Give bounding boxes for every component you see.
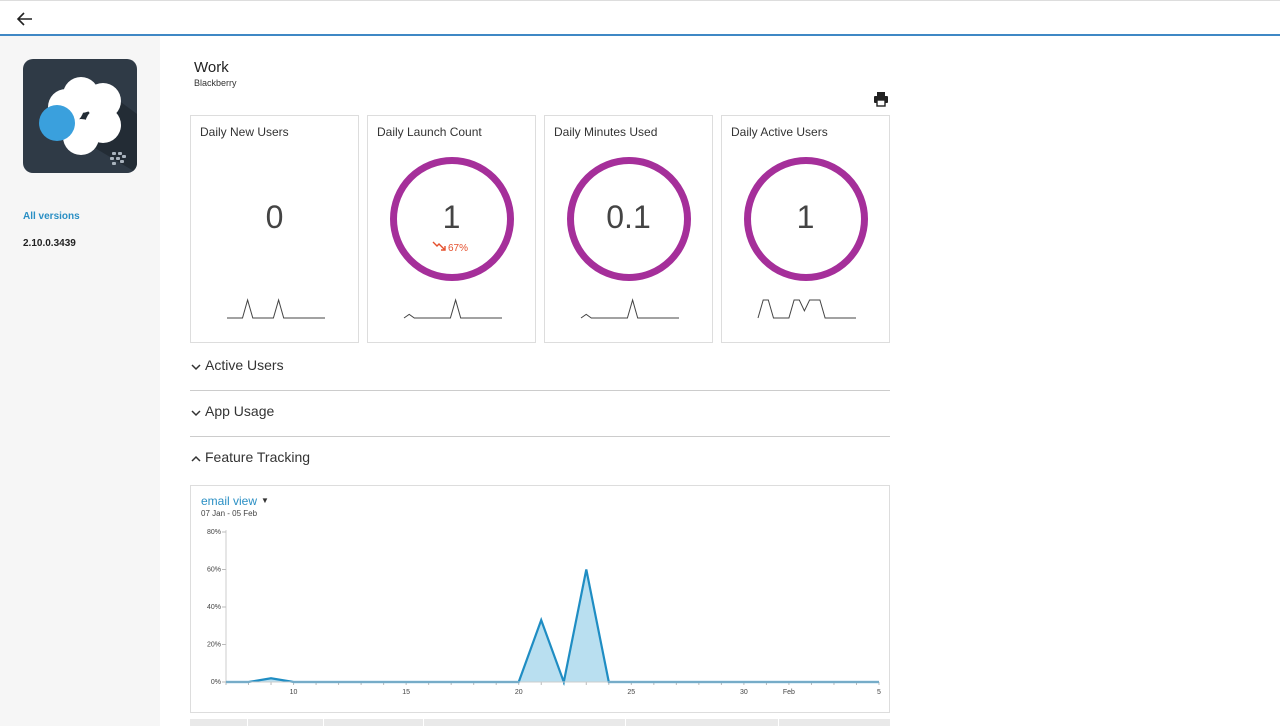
metric-value: 1 <box>796 199 815 235</box>
x-tick-label: 5 <box>877 689 881 696</box>
area-fill <box>226 569 879 682</box>
blackberry-work-app-icon <box>23 59 137 173</box>
date-range: 07 Jan - 05 Feb <box>201 509 258 518</box>
trend-down-icon <box>432 241 446 251</box>
y-tick-label: 20% <box>207 642 221 649</box>
card-title: Daily Active Users <box>731 125 828 139</box>
chevron-down-icon <box>191 364 201 371</box>
section-active-users[interactable]: Active Users <box>190 345 890 391</box>
app-title: Work <box>194 59 229 76</box>
trend-down-badge: 67% <box>432 241 468 254</box>
section-feature-tracking[interactable]: Feature Tracking <box>190 437 890 483</box>
y-tick-label: 0% <box>211 679 221 686</box>
metric-value: 0 <box>265 199 284 235</box>
arrow-left-icon[interactable] <box>14 9 36 29</box>
chart-plot: 0% 20% 40% 60% 80% 10 15 20 25 30 Feb 5 <box>207 529 881 696</box>
card-daily-minutes-used: Daily Minutes Used 0.1 <box>544 115 713 343</box>
card-title: Daily New Users <box>200 125 289 139</box>
y-tick-label: 40% <box>207 604 221 611</box>
section-label: Active Users <box>205 357 284 373</box>
x-tick-label: 15 <box>402 689 410 696</box>
x-tick-label: Feb <box>783 689 795 696</box>
card-title: Daily Launch Count <box>377 125 482 139</box>
app-subtitle: Blackberry <box>194 78 237 88</box>
x-tick-label: 20 <box>515 689 523 696</box>
table-header-strip <box>190 719 890 726</box>
card-daily-launch-count: Daily Launch Count 1 67% <box>367 115 536 343</box>
section-label: Feature Tracking <box>205 449 311 465</box>
x-tick-label: 25 <box>627 689 635 696</box>
sparkline <box>227 298 325 319</box>
metric-dropdown-value: email view <box>201 494 258 508</box>
metric-value: 0.1 <box>606 199 651 235</box>
card-daily-active-users: Daily Active Users 1 <box>721 115 890 343</box>
delta-value: 67% <box>448 243 469 254</box>
metric-value: 1 <box>442 199 461 235</box>
chevron-down-icon <box>191 410 201 417</box>
x-tick-label: 10 <box>290 689 298 696</box>
sparkline <box>757 299 856 319</box>
all-versions-link[interactable]: All versions <box>23 211 80 222</box>
section-app-usage[interactable]: App Usage <box>190 391 890 437</box>
x-tick-label: 30 <box>740 689 748 696</box>
sparkline <box>580 298 679 319</box>
chevron-up-icon <box>191 455 201 462</box>
version-label[interactable]: 2.10.0.3439 <box>23 238 76 249</box>
y-tick-label: 60% <box>207 567 221 574</box>
printer-icon[interactable] <box>872 90 890 108</box>
top-bar <box>0 0 1280 36</box>
metric-dropdown[interactable]: email view ▼ <box>201 494 269 508</box>
section-label: App Usage <box>205 403 275 419</box>
card-daily-new-users: Daily New Users 0 <box>190 115 359 343</box>
y-tick-label: 80% <box>207 529 221 536</box>
sparkline <box>403 298 502 319</box>
feature-tracking-chart: 0% 20% 40% 60% 80% 10 15 20 25 30 Feb 5 email view ▼… <box>190 485 890 713</box>
caret-down-icon: ▼ <box>261 496 269 505</box>
card-title: Daily Minutes Used <box>554 125 658 139</box>
sidebar: All versions 2.10.0.3439 <box>0 36 160 726</box>
